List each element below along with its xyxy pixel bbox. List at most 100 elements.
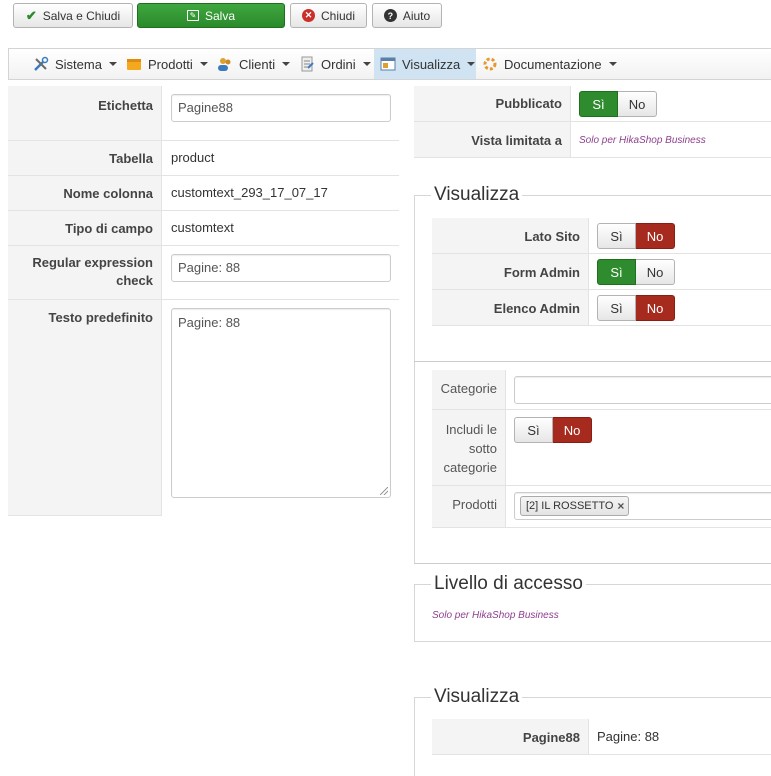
access-legend: Livello di accesso: [434, 573, 583, 594]
table-value: product: [171, 150, 215, 165]
save-close-button[interactable]: ✔ Salva e Chiudi: [13, 3, 133, 28]
regex-label: Regular expression check: [8, 246, 162, 299]
site-toggle: Sì No: [597, 223, 675, 249]
fieldtype-value: customtext: [171, 220, 234, 235]
site-label: Lato Sito: [432, 218, 589, 253]
default-text: Pagine: 88: [178, 315, 241, 330]
help-label: Aiuto: [402, 8, 431, 23]
categories-label: Categorie: [432, 370, 506, 409]
categories-row: Categorie: [432, 370, 771, 410]
form-admin-label: Form Admin: [432, 254, 589, 289]
list-admin-no-button[interactable]: No: [636, 295, 675, 321]
product-tag-label: [2] IL ROSSETTO: [526, 500, 614, 512]
orders-icon: [299, 56, 315, 72]
include-sub-yes-button[interactable]: Sì: [514, 417, 553, 443]
form-row-fieldtype: Tipo di campo customtext: [8, 211, 399, 246]
customers-icon: [217, 56, 233, 72]
preview-row: Pagine88 Pagine: 88: [432, 719, 771, 755]
access-fieldset: Livello di accesso: [414, 573, 771, 642]
products-row: Prodotti [2] IL ROSSETTO ×: [432, 486, 771, 528]
help-icon: ?: [383, 9, 397, 22]
chevron-down-icon: [108, 62, 117, 66]
chevron-down-icon: [282, 62, 291, 66]
save-button[interactable]: ✎ Salva: [137, 3, 285, 28]
chevron-down-icon: [362, 62, 371, 66]
documentation-icon: [482, 56, 498, 72]
display-icon: [380, 56, 396, 72]
save-close-label: Salva e Chiudi: [42, 8, 121, 23]
close-label: Chiudi: [320, 8, 356, 23]
products-icon: [126, 56, 142, 72]
section-divider-2: [414, 563, 771, 564]
categories-border: [414, 362, 415, 564]
section-divider: [414, 361, 771, 362]
menu-sistema-label: Sistema: [55, 56, 102, 72]
default-label: Testo predefinito: [8, 300, 162, 516]
form-admin-no-button[interactable]: No: [636, 259, 675, 285]
include-sub-no-button[interactable]: No: [553, 417, 592, 443]
include-sub-toggle: Sì No: [514, 417, 592, 443]
save-label: Salva: [204, 8, 236, 23]
column-label: Nome colonna: [8, 176, 162, 210]
preview-label: Pagine88: [432, 719, 589, 754]
close-button[interactable]: ✕ Chiudi: [290, 3, 367, 28]
list-admin-label: Elenco Admin: [432, 290, 589, 325]
remove-tag-icon[interactable]: ×: [617, 499, 624, 513]
default-textarea[interactable]: Pagine: 88: [171, 308, 391, 498]
display-row-site: Lato Sito Sì No: [432, 218, 771, 254]
form-admin-toggle: Sì No: [597, 259, 675, 285]
site-yes-button[interactable]: Sì: [597, 223, 636, 249]
menu-visualizza[interactable]: Visualizza: [374, 49, 476, 79]
product-tag: [2] IL ROSSETTO ×: [520, 496, 630, 516]
site-no-button[interactable]: No: [636, 223, 675, 249]
table-label: Tabella: [8, 141, 162, 175]
label-label: Etichetta: [8, 86, 162, 140]
menu-prodotti[interactable]: Prodotti: [126, 49, 208, 79]
include-sub-label: Includi le sotto categorie: [432, 410, 506, 485]
categories-input[interactable]: [514, 376, 771, 404]
published-yes-button[interactable]: Sì: [579, 91, 618, 117]
chevron-down-icon: [199, 62, 208, 66]
menu-visualizza-label: Visualizza: [402, 56, 461, 72]
fieldtype-label: Tipo di campo: [8, 211, 162, 245]
chevron-down-icon: [467, 62, 476, 66]
form-row-label: Etichetta Pagine88: [8, 86, 399, 141]
column-value: customtext_293_17_07_17: [171, 185, 328, 200]
close-icon: ✕: [301, 9, 315, 22]
published-label: Pubblicato: [414, 86, 571, 121]
toolbar: ✔ Salva e Chiudi ✎ Salva ✕ Chiudi ? Aiut…: [0, 0, 771, 34]
form-admin-yes-button[interactable]: Sì: [597, 259, 636, 285]
published-row: Pubblicato Sì No: [414, 86, 771, 122]
resize-handle-icon[interactable]: [380, 487, 388, 495]
limited-row: Vista limitata a Solo per HikaShop Busin…: [414, 122, 771, 158]
menu-documentazione[interactable]: Documentazione: [482, 49, 617, 79]
preview-legend: Visualizza: [434, 686, 520, 707]
limited-label: Vista limitata a: [414, 122, 571, 157]
menu-sistema[interactable]: Sistema: [33, 49, 117, 79]
form-row-regex: Regular expression check Pagine: 88: [8, 246, 399, 300]
list-admin-yes-button[interactable]: Sì: [597, 295, 636, 321]
include-sub-row: Includi le sotto categorie Sì No: [432, 410, 771, 486]
edit-icon: ✎: [186, 10, 199, 21]
published-no-button[interactable]: No: [618, 91, 657, 117]
access-note: Solo per HikaShop Business: [432, 610, 559, 621]
menu-clienti[interactable]: Clienti: [217, 49, 291, 79]
display-legend: Visualizza: [434, 184, 520, 205]
tools-icon: [33, 56, 49, 72]
menu-documentazione-label: Documentazione: [504, 56, 602, 72]
label-input[interactable]: Pagine88: [171, 94, 391, 122]
published-toggle: Sì No: [579, 91, 657, 117]
menu-ordini[interactable]: Ordini: [299, 49, 371, 79]
check-icon: ✔: [25, 7, 37, 23]
menu-clienti-label: Clienti: [239, 56, 276, 72]
chevron-down-icon: [608, 62, 617, 66]
display-row-form-admin: Form Admin Sì No: [432, 254, 771, 290]
help-button[interactable]: ? Aiuto: [372, 3, 442, 28]
regex-input[interactable]: Pagine: 88: [171, 254, 391, 282]
form-row-table: Tabella product: [8, 141, 399, 176]
display-row-list-admin: Elenco Admin Sì No: [432, 290, 771, 326]
limited-note: Solo per HikaShop Business: [579, 135, 706, 146]
menu-prodotti-label: Prodotti: [148, 56, 193, 72]
main-menu: Sistema Prodotti Clienti Ordini Visualiz…: [8, 48, 771, 80]
form-row-column: Nome colonna customtext_293_17_07_17: [8, 176, 399, 211]
